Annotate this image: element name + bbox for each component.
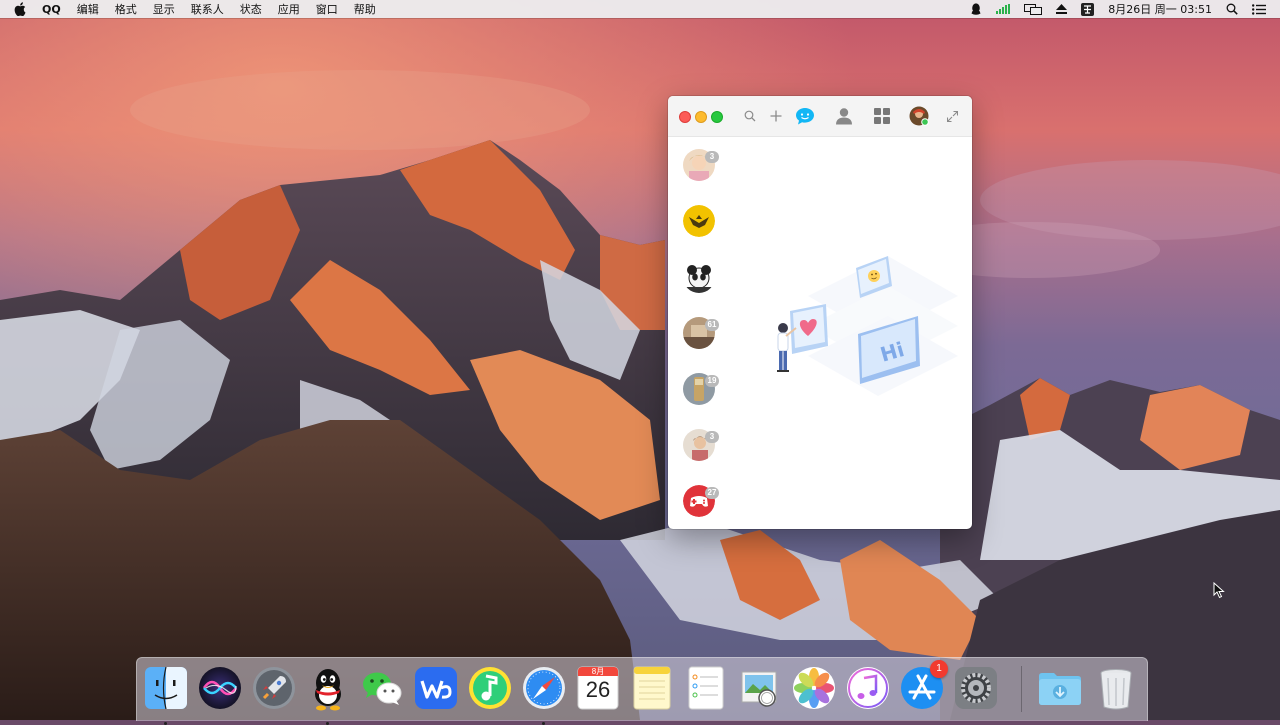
messages-tab-icon[interactable] <box>795 106 815 126</box>
calendar-month-label: 8月 <box>591 667 605 676</box>
dock-separator <box>1021 666 1022 712</box>
apps-grid-tab-icon[interactable] <box>872 106 892 126</box>
dock-system-preferences[interactable] <box>952 664 1000 712</box>
dock-trash[interactable] <box>1092 664 1140 712</box>
dock-safari[interactable] <box>520 664 568 725</box>
user-avatar[interactable] <box>909 106 929 126</box>
menu-status[interactable]: 状态 <box>240 1 262 17</box>
conversation-item[interactable]: 19 <box>683 373 719 405</box>
conversation-item[interactable] <box>683 261 715 293</box>
preview-icon <box>741 671 777 707</box>
dock-photos[interactable] <box>790 664 838 712</box>
finder-icon <box>145 666 187 710</box>
search-icon[interactable] <box>740 106 760 126</box>
itunes-note-icon <box>847 667 889 709</box>
add-icon[interactable] <box>766 106 786 126</box>
window-zoom-button[interactable] <box>711 111 723 123</box>
desktop-wallpaper <box>0 0 1280 720</box>
wechat-icon <box>363 672 402 705</box>
qq-status-icon[interactable] <box>970 2 982 16</box>
app-store-update-badge: 1 <box>930 660 948 678</box>
signal-bars-icon[interactable] <box>996 4 1011 14</box>
photos-flower-icon <box>793 667 835 709</box>
qq-penguin-icon <box>315 669 341 711</box>
dock-launchpad[interactable] <box>250 664 298 712</box>
dock-itunes[interactable] <box>844 664 892 712</box>
dock-siri[interactable] <box>196 664 244 712</box>
conversation-item[interactable] <box>683 205 715 237</box>
unread-badge: 3 <box>705 151 719 163</box>
safari-compass-icon <box>523 667 565 709</box>
qq-main-window: 3 61 19 3 27 Hi <box>668 96 972 529</box>
display-mirroring-icon[interactable] <box>1024 3 1043 15</box>
qq-music-icon <box>469 667 511 709</box>
menubar-clock[interactable]: 8月26日 周一 03:51 <box>1108 1 1212 17</box>
unread-badge: 19 <box>705 375 719 387</box>
wps-icon <box>415 667 457 709</box>
empty-chat-illustration: Hi <box>777 256 958 396</box>
unread-badge: 3 <box>705 431 719 443</box>
conversation-item[interactable]: 27 <box>683 485 719 517</box>
spotlight-search-icon[interactable] <box>1226 3 1238 15</box>
menu-format[interactable]: 格式 <box>115 1 137 17</box>
dock: 8月 26 1 <box>136 657 1148 725</box>
menu-contacts[interactable]: 联系人 <box>191 1 224 17</box>
eject-icon[interactable] <box>1056 4 1068 14</box>
expand-window-icon[interactable] <box>942 106 962 126</box>
menu-edit[interactable]: 编辑 <box>77 1 99 17</box>
dock-qq-music[interactable] <box>466 664 514 712</box>
contact-avatar <box>683 205 715 237</box>
dock-app-store[interactable]: 1 <box>898 660 948 712</box>
dock-wps[interactable] <box>412 664 460 712</box>
dock-qq[interactable] <box>304 664 352 725</box>
unread-badge: 27 <box>705 487 719 499</box>
dock-downloads[interactable] <box>1036 664 1084 712</box>
conversation-item[interactable]: 3 <box>683 149 719 181</box>
launchpad-rocket-icon <box>253 667 295 709</box>
contact-avatar <box>683 261 715 293</box>
mouse-cursor-icon <box>1213 582 1225 599</box>
dock-calendar[interactable]: 8月 26 <box>574 664 622 712</box>
siri-icon <box>199 667 241 709</box>
reminders-icon <box>688 666 724 710</box>
conversation-list: 3 61 19 3 27 <box>668 137 730 529</box>
contacts-tab-icon[interactable] <box>834 106 854 126</box>
menu-bar: QQ 编辑 格式 显示 联系人 状态 应用 窗口 帮助 8月26日 周一 03:… <box>0 0 1280 18</box>
conversation-item[interactable]: 61 <box>683 317 719 349</box>
system-preferences-gear-icon <box>955 667 997 709</box>
calendar-day-label: 26 <box>585 677 611 702</box>
conversation-item[interactable]: 3 <box>683 429 719 461</box>
dock-preview[interactable] <box>736 664 784 712</box>
menu-help[interactable]: 帮助 <box>354 1 376 17</box>
menu-window[interactable]: 窗口 <box>316 1 338 17</box>
dock-wechat[interactable] <box>358 664 406 712</box>
menu-view[interactable]: 显示 <box>153 1 175 17</box>
qq-titlebar[interactable] <box>668 96 972 137</box>
window-minimize-button[interactable] <box>695 111 707 123</box>
dock-notes[interactable] <box>628 664 676 712</box>
input-method-icon[interactable] <box>1081 2 1095 16</box>
apple-menu-icon[interactable] <box>14 2 28 16</box>
notification-center-icon[interactable] <box>1252 3 1266 15</box>
dock-reminders[interactable] <box>682 664 730 712</box>
unread-badge: 61 <box>705 319 719 331</box>
menu-app-qq[interactable]: QQ <box>42 3 61 16</box>
window-close-button[interactable] <box>679 111 691 123</box>
downloads-folder-icon <box>1039 673 1081 705</box>
notes-icon <box>633 666 671 710</box>
menu-apps[interactable]: 应用 <box>278 1 300 17</box>
dock-finder[interactable] <box>142 664 190 725</box>
trash-can-icon <box>1100 669 1132 710</box>
